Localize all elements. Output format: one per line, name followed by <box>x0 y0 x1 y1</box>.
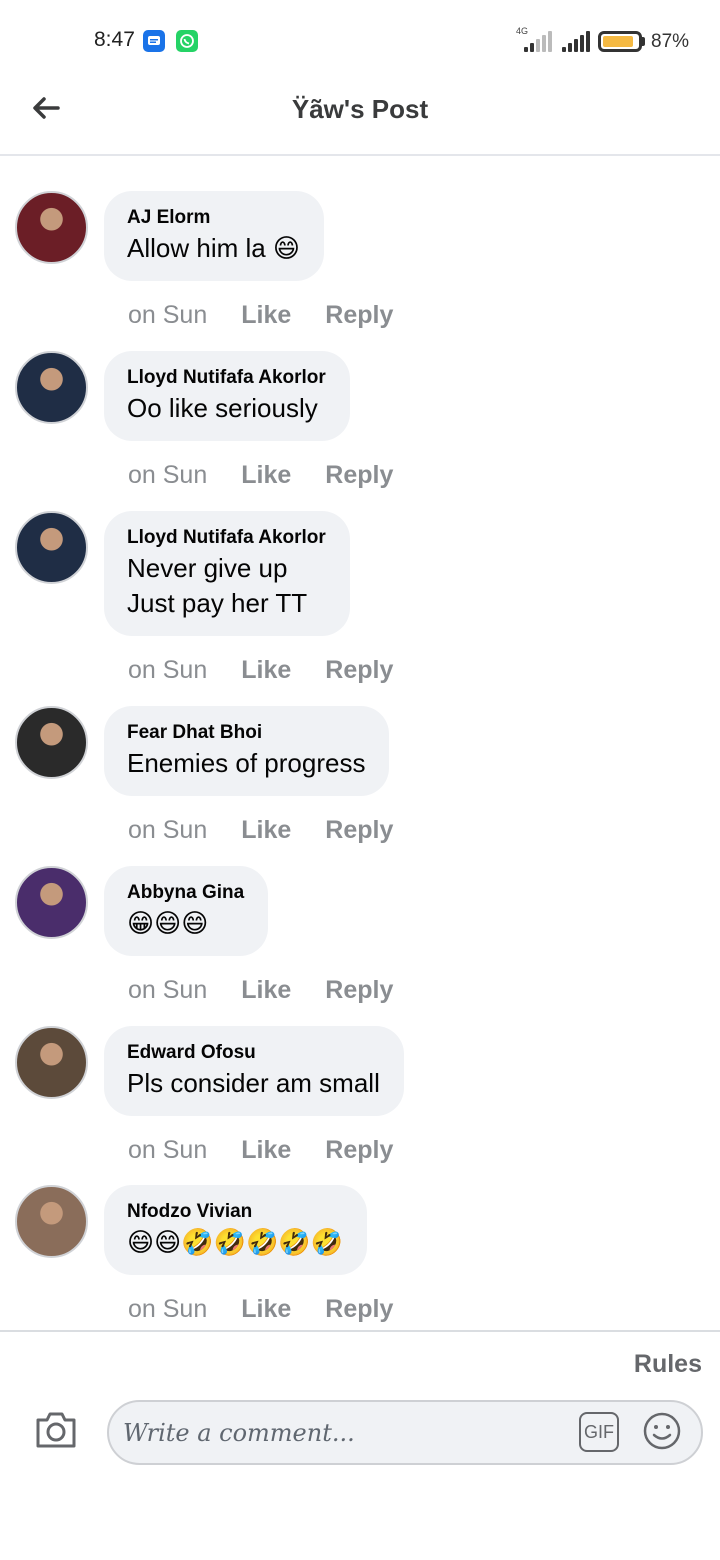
avatar[interactable] <box>15 191 88 264</box>
comment-time: on Sun <box>128 1294 208 1323</box>
avatar[interactable] <box>15 866 88 939</box>
avatar[interactable] <box>15 706 88 779</box>
comment-text: 😄😄🤣🤣🤣🤣🤣 <box>127 1227 344 1257</box>
comment-composer: Rules GIF <box>0 1330 720 1560</box>
comment-time: on Sun <box>128 655 208 684</box>
comment-bubble[interactable]: Edward Ofosu Pls consider am small <box>104 1026 404 1116</box>
avatar[interactable] <box>15 511 88 584</box>
avatar[interactable] <box>15 351 88 424</box>
comment-actions: on Sun Like Reply <box>128 458 393 492</box>
signal-icon <box>524 30 552 52</box>
comment-text: Allow him la 😄 <box>127 233 301 263</box>
comment-author[interactable]: Abbyna Gina <box>127 880 244 906</box>
reply-button[interactable]: Reply <box>325 461 393 490</box>
emoji-button[interactable] <box>642 1411 682 1451</box>
comment-actions: on Sun Like Reply <box>128 973 393 1007</box>
comment-text: Enemies of progress <box>127 748 366 778</box>
comment-author[interactable]: Fear Dhat Bhoi <box>127 720 365 746</box>
smiley-icon <box>643 1412 681 1450</box>
avatar[interactable] <box>15 1026 88 1099</box>
comment-bubble[interactable]: Lloyd Nutifafa Akorlor Oo like seriously <box>104 351 350 441</box>
avatar[interactable] <box>15 1185 88 1258</box>
reply-button[interactable]: Reply <box>325 1136 393 1165</box>
like-button[interactable]: Like <box>241 656 291 685</box>
comment-text: 😁😄😄 <box>127 908 209 938</box>
comment-time: on Sun <box>128 300 208 329</box>
comment-author[interactable]: Lloyd Nutifafa Akorlor <box>127 525 326 551</box>
battery-percent: 87% <box>651 31 690 52</box>
comment-input[interactable] <box>123 1402 563 1463</box>
like-button[interactable]: Like <box>241 976 291 1005</box>
signal-icon <box>562 30 590 52</box>
whatsapp-icon <box>176 30 198 52</box>
status-time: 8:47 <box>94 28 135 51</box>
comment-text: Oo like seriously <box>127 393 318 423</box>
reply-button[interactable]: Reply <box>325 656 393 685</box>
comment-actions: on Sun Like Reply <box>128 813 393 847</box>
comment-time: on Sun <box>128 460 208 489</box>
comment-actions: on Sun Like Reply <box>128 1292 393 1326</box>
camera-button[interactable] <box>34 1410 78 1450</box>
comment-actions: on Sun Like Reply <box>128 1133 393 1167</box>
reply-button[interactable]: Reply <box>325 1295 393 1324</box>
comment-actions: on Sun Like Reply <box>128 653 393 687</box>
battery-icon <box>598 31 642 52</box>
comment-author[interactable]: Nfodzo Vivian <box>127 1199 343 1225</box>
comment-time: on Sun <box>128 815 208 844</box>
header: Ÿãw's Post <box>0 80 720 156</box>
comment-author[interactable]: AJ Elorm <box>127 205 300 231</box>
comment-bubble[interactable]: Fear Dhat Bhoi Enemies of progress <box>104 706 390 796</box>
like-button[interactable]: Like <box>241 1295 291 1324</box>
rules-link[interactable]: Rules <box>634 1350 702 1379</box>
comment-author[interactable]: Edward Ofosu <box>127 1040 380 1066</box>
comment-text: Never give up Just pay her TT <box>127 553 308 618</box>
camera-icon <box>36 1412 76 1448</box>
gif-button[interactable]: GIF <box>579 1412 619 1452</box>
comment-bubble[interactable]: Lloyd Nutifafa Akorlor Never give up Jus… <box>104 511 350 636</box>
like-button[interactable]: Like <box>241 301 291 330</box>
messages-icon <box>143 30 165 52</box>
page-title: Ÿãw's Post <box>291 94 429 124</box>
battery-level <box>603 36 633 47</box>
comment-text: Pls consider am small <box>127 1068 380 1098</box>
battery-tip <box>642 37 645 46</box>
status-bar: 8:47 4G 87% <box>0 0 720 80</box>
comment-time: on Sun <box>128 1135 208 1164</box>
comment-box: GIF <box>107 1400 703 1465</box>
comment-author[interactable]: Lloyd Nutifafa Akorlor <box>127 365 326 391</box>
like-button[interactable]: Like <box>241 1136 291 1165</box>
like-button[interactable]: Like <box>241 816 291 845</box>
reply-button[interactable]: Reply <box>325 301 393 330</box>
comment-bubble[interactable]: AJ Elorm Allow him la 😄 <box>104 191 325 281</box>
comment-bubble[interactable]: Nfodzo Vivian 😄😄🤣🤣🤣🤣🤣 <box>104 1185 368 1275</box>
reply-button[interactable]: Reply <box>325 976 393 1005</box>
like-button[interactable]: Like <box>241 461 291 490</box>
reply-button[interactable]: Reply <box>325 816 393 845</box>
comment-actions: on Sun Like Reply <box>128 298 393 332</box>
comment-list: AJ Elorm Allow him la 😄 on Sun Like Repl… <box>0 156 720 1330</box>
comment-time: on Sun <box>128 975 208 1004</box>
comment-bubble[interactable]: Abbyna Gina 😁😄😄 <box>104 866 269 956</box>
